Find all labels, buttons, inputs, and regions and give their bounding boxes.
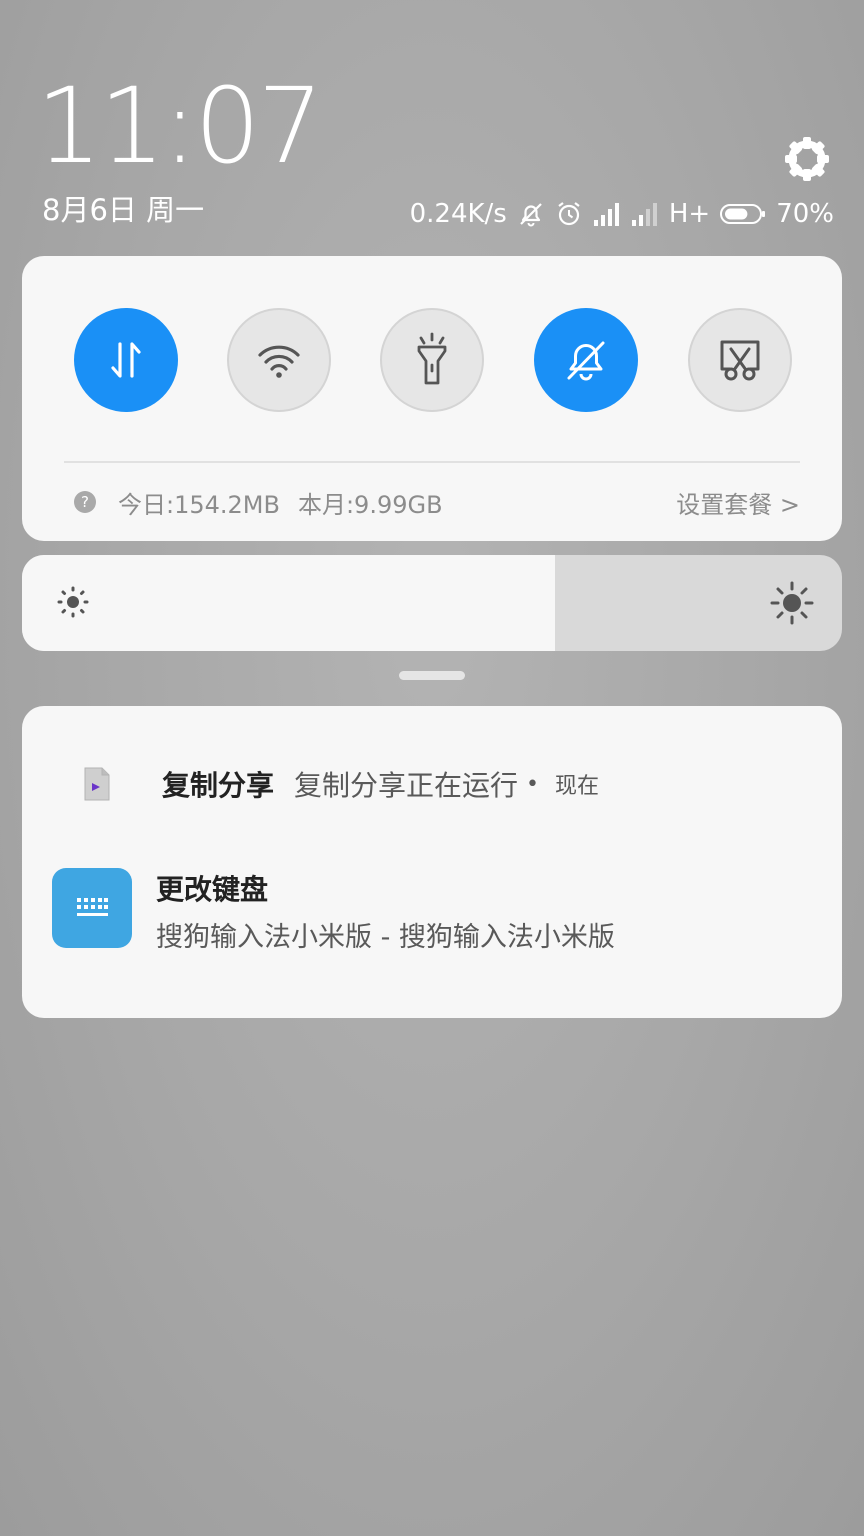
flashlight-icon [417,332,447,385]
notification-copy-share[interactable]: 复制分享 复制分享正在运行 • 现在 [82,764,599,804]
date-label[interactable]: 8月6日 周一 [42,196,204,225]
toggle-mute[interactable] [534,308,638,412]
keyboard-app-icon[interactable] [52,868,132,948]
notification-text[interactable]: 搜狗输入法小米版 - 搜狗输入法小米版 [156,915,615,954]
signal-weak-icon [631,203,657,226]
wifi-icon [258,345,300,378]
panel-drag-handle[interactable] [399,671,465,680]
keyboard-icon [77,898,108,916]
help-icon[interactable]: ? [74,491,96,513]
data-usage-row: ? 今日:154.2MB 本月:9.99GB 设置套餐 > [74,484,800,520]
toggle-row [74,308,792,412]
notification-text: 复制分享正在运行 [294,769,519,802]
data-usage-today[interactable]: 今日:154.2MB [118,485,280,520]
alarm-icon [558,202,580,226]
brightness-slider[interactable] [22,555,842,651]
clock-time[interactable]: 11:07 [36,74,324,178]
divider [64,461,800,463]
toggle-wifi[interactable] [227,308,331,412]
notification-app-name: 复制分享 [162,769,275,802]
mute-status-icon [520,203,542,227]
toggle-screenshot[interactable] [688,308,792,412]
brightness-high-icon [770,581,814,625]
brightness-low-icon [57,586,89,618]
status-bar: 0.24K/s H+ 70% [410,196,834,232]
notification-time: 现在 [555,774,600,799]
copy-share-app-icon [84,767,110,801]
quick-settings-panel: ? 今日:154.2MB 本月:9.99GB 设置套餐 > [22,256,842,541]
screenshot-scissors-icon [720,340,760,381]
net-speed: 0.24K/s [409,199,507,229]
battery-percent: 70% [776,199,834,229]
data-arrows-icon [111,342,141,378]
signal-icon [593,203,619,226]
network-type: H+ [668,199,711,229]
data-usage-month[interactable]: 本月:9.99GB [298,485,443,520]
notification-separator: • [526,771,540,797]
set-plan-link[interactable]: 设置套餐 > [676,485,800,520]
toggle-flashlight[interactable] [380,308,484,412]
bell-off-icon [567,341,605,381]
battery-icon [720,204,766,224]
notification-title[interactable]: 更改键盘 [156,868,268,908]
brightness-fill[interactable] [22,555,555,651]
toggle-mobile-data[interactable] [74,308,178,412]
gear-icon[interactable] [782,134,832,184]
notification-panel: 复制分享 复制分享正在运行 • 现在 更改键盘 搜狗输入法小米版 - 搜狗输入法… [22,706,842,1018]
